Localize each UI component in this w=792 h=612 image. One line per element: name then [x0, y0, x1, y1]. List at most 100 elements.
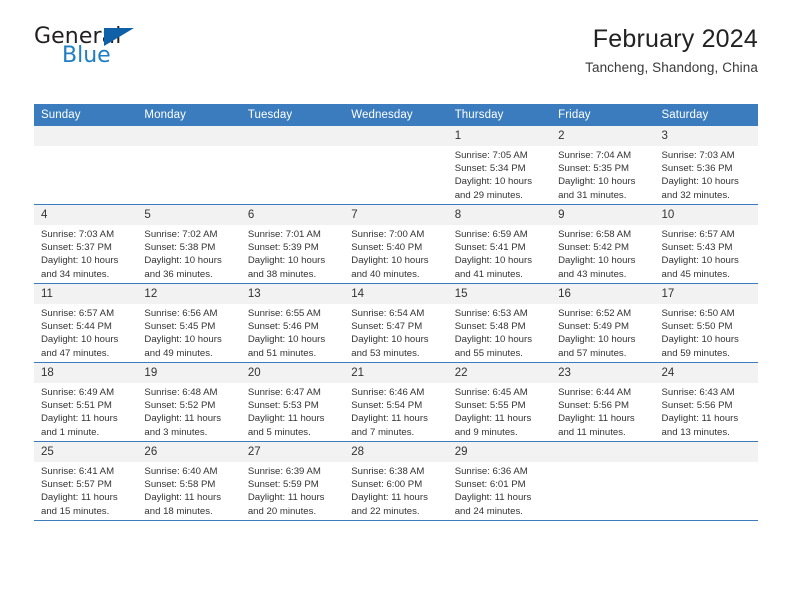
daylight-text-line1: Daylight: 11 hours	[454, 413, 532, 425]
calendar-day-cell[interactable]: 22 Sunrise: 6:45 AM Sunset: 5:55 PM Dayligh…	[447, 362, 552, 442]
sunrise-text: Sunrise: 6:43 AM	[661, 387, 735, 398]
weekday-header-saturday: Saturday	[654, 104, 758, 126]
sunset-text: Sunset: 5:37 PM	[41, 242, 112, 254]
calendar-day-cell[interactable]: 26 Sunrise: 6:40 AM Sunset: 5:58 PM Dayligh…	[137, 441, 241, 521]
calendar-day-cell[interactable]: 10 Sunrise: 6:57 AM Sunset: 5:43 PM Dayligh…	[654, 204, 758, 284]
calendar-week-row: 1 Sunrise: 7:05 AM Sunset: 5:34 PM Daylight…	[34, 126, 758, 205]
day-details: Sunrise: 6:56 AM Sunset: 5:45 PM Daylight:…	[137, 304, 240, 360]
day-details: Sunrise: 6:40 AM Sunset: 5:58 PM Daylight:…	[137, 462, 240, 518]
calendar-day-cell[interactable]: 29 Sunrise: 6:36 AM Sunset: 6:01 PM Dayligh…	[447, 441, 552, 521]
calendar-day-cell[interactable]: 2 Sunrise: 7:04 AM Sunset: 5:35 PM Daylight…	[551, 126, 655, 205]
calendar-day-cell[interactable]: 25 Sunrise: 6:41 AM Sunset: 5:57 PM Dayligh…	[34, 441, 138, 521]
calendar-day-cell-empty	[551, 441, 655, 521]
weekday-header-tuesday: Tuesday	[240, 104, 345, 126]
day-details: Sunrise: 7:03 AM Sunset: 5:37 PM Daylight:…	[34, 225, 137, 281]
calendar-day-cell[interactable]: 15 Sunrise: 6:53 AM Sunset: 5:48 PM Dayligh…	[447, 283, 552, 363]
day-details: Sunrise: 6:45 AM Sunset: 5:55 PM Daylight:…	[448, 383, 551, 439]
daylight-text-line2: and 53 minutes.	[351, 347, 420, 359]
sunrise-text: Sunrise: 6:39 AM	[247, 466, 321, 477]
daylight-text-line1: Daylight: 10 hours	[247, 255, 326, 267]
day-number: 24	[654, 363, 758, 383]
sunrise-text: Sunrise: 7:05 AM	[454, 150, 528, 161]
day-details: Sunrise: 6:57 AM Sunset: 5:44 PM Daylight:…	[34, 304, 137, 360]
calendar-day-cell[interactable]: 24 Sunrise: 6:43 AM Sunset: 5:56 PM Dayligh…	[654, 362, 758, 442]
sunrise-text: Sunrise: 7:03 AM	[41, 229, 115, 240]
calendar-day-cell[interactable]: 21 Sunrise: 6:46 AM Sunset: 5:54 PM Dayligh…	[344, 362, 448, 442]
daylight-text-line2: and 13 minutes.	[661, 426, 730, 438]
day-number: 5	[137, 205, 241, 225]
day-details: Sunrise: 6:52 AM Sunset: 5:49 PM Daylight:…	[551, 304, 654, 360]
day-details: Sunrise: 6:38 AM Sunset: 6:00 PM Daylight:…	[344, 462, 447, 518]
calendar-day-cell[interactable]: 7 Sunrise: 7:00 AM Sunset: 5:40 PM Daylight…	[344, 204, 448, 284]
calendar-day-cell[interactable]: 20 Sunrise: 6:47 AM Sunset: 5:53 PM Dayligh…	[240, 362, 345, 442]
sunset-text: Sunset: 5:35 PM	[558, 163, 630, 175]
day-details: Sunrise: 6:55 AM Sunset: 5:46 PM Daylight:…	[241, 304, 344, 360]
calendar-day-cell[interactable]: 13 Sunrise: 6:55 AM Sunset: 5:46 PM Dayligh…	[240, 283, 345, 363]
logo-text-blue: Blue	[62, 43, 111, 68]
calendar-day-cell[interactable]: 3 Sunrise: 7:03 AM Sunset: 5:36 PM Daylight…	[654, 126, 758, 205]
sunset-text: Sunset: 5:42 PM	[558, 242, 630, 254]
daylight-text-line2: and 15 minutes.	[41, 505, 110, 517]
day-details: Sunrise: 6:57 AM Sunset: 5:43 PM Daylight:…	[655, 225, 758, 281]
calendar-day-cell[interactable]: 19 Sunrise: 6:48 AM Sunset: 5:52 PM Dayligh…	[137, 362, 241, 442]
daylight-text-line1: Daylight: 11 hours	[351, 413, 428, 425]
calendar-day-cell[interactable]: 27 Sunrise: 6:39 AM Sunset: 5:59 PM Dayligh…	[240, 441, 345, 521]
daylight-text-line2: and 55 minutes.	[454, 347, 523, 359]
day-details: Sunrise: 7:01 AM Sunset: 5:39 PM Daylight:…	[241, 225, 344, 281]
daylight-text-line2: and 1 minute.	[41, 426, 100, 438]
day-details: Sunrise: 6:41 AM Sunset: 5:57 PM Daylight:…	[34, 462, 137, 518]
day-number: 13	[240, 284, 345, 304]
daylight-text-line1: Daylight: 11 hours	[41, 413, 118, 425]
daylight-text-line1: Daylight: 11 hours	[351, 492, 428, 504]
day-number: 11	[34, 284, 138, 304]
calendar-day-cell[interactable]: 17 Sunrise: 6:50 AM Sunset: 5:50 PM Dayligh…	[654, 283, 758, 363]
page-header: General Blue February 2024 Tancheng, Sha…	[34, 0, 758, 76]
day-number: 9	[551, 205, 655, 225]
weekday-header-monday: Monday	[137, 104, 241, 126]
calendar-day-cell[interactable]: 16 Sunrise: 6:52 AM Sunset: 5:49 PM Dayligh…	[551, 283, 655, 363]
daylight-text-line2: and 32 minutes.	[661, 189, 730, 201]
day-number: 3	[654, 126, 758, 146]
day-details: Sunrise: 6:50 AM Sunset: 5:50 PM Daylight:…	[655, 304, 758, 360]
day-number	[551, 442, 655, 462]
calendar-day-cell[interactable]: 12 Sunrise: 6:56 AM Sunset: 5:45 PM Dayligh…	[137, 283, 241, 363]
day-details: Sunrise: 6:43 AM Sunset: 5:56 PM Daylight:…	[655, 383, 758, 439]
day-number: 28	[344, 442, 448, 462]
daylight-text-line2: and 59 minutes.	[661, 347, 730, 359]
sunset-text: Sunset: 5:51 PM	[41, 400, 112, 412]
day-number: 19	[137, 363, 241, 383]
daylight-text-line2: and 38 minutes.	[247, 268, 317, 280]
day-details: Sunrise: 6:44 AM Sunset: 5:56 PM Daylight:…	[551, 383, 654, 439]
calendar-day-cell[interactable]: 28 Sunrise: 6:38 AM Sunset: 6:00 PM Dayligh…	[344, 441, 448, 521]
calendar-day-cell[interactable]: 23 Sunrise: 6:44 AM Sunset: 5:56 PM Dayligh…	[551, 362, 655, 442]
sunset-text: Sunset: 5:39 PM	[247, 242, 319, 254]
sunset-text: Sunset: 5:44 PM	[41, 321, 112, 333]
daylight-text-line2: and 49 minutes.	[144, 347, 213, 359]
daylight-text-line1: Daylight: 10 hours	[144, 334, 222, 346]
calendar-day-cell[interactable]: 6 Sunrise: 7:01 AM Sunset: 5:39 PM Daylight…	[240, 204, 345, 284]
calendar-day-cell[interactable]: 5 Sunrise: 7:02 AM Sunset: 5:38 PM Daylight…	[137, 204, 241, 284]
calendar-day-cell[interactable]: 9 Sunrise: 6:58 AM Sunset: 5:42 PM Daylight…	[551, 204, 655, 284]
day-details: Sunrise: 6:39 AM Sunset: 5:59 PM Daylight:…	[241, 462, 344, 518]
weekday-header-friday: Friday	[551, 104, 655, 126]
day-number: 18	[34, 363, 138, 383]
weekday-header-sunday: Sunday	[34, 104, 138, 126]
sunset-text: Sunset: 6:01 PM	[454, 479, 526, 491]
calendar-week-row: 25 Sunrise: 6:41 AM Sunset: 5:57 PM Dayligh…	[34, 441, 758, 521]
sunset-text: Sunset: 5:36 PM	[661, 163, 733, 175]
daylight-text-line1: Daylight: 11 hours	[661, 413, 739, 425]
sunrise-text: Sunrise: 6:46 AM	[351, 387, 425, 398]
calendar-day-cell[interactable]: 1 Sunrise: 7:05 AM Sunset: 5:34 PM Daylight…	[447, 126, 552, 205]
calendar-day-cell[interactable]: 4 Sunrise: 7:03 AM Sunset: 5:37 PM Daylight…	[34, 204, 138, 284]
calendar-day-cell[interactable]: 11 Sunrise: 6:57 AM Sunset: 5:44 PM Dayligh…	[34, 283, 138, 363]
daylight-text-line2: and 31 minutes.	[558, 189, 627, 201]
general-blue-logo: General Blue	[34, 26, 164, 72]
daylight-text-line1: Daylight: 10 hours	[661, 255, 739, 267]
calendar-day-cell[interactable]: 18 Sunrise: 6:49 AM Sunset: 5:51 PM Dayligh…	[34, 362, 138, 442]
calendar-day-cell[interactable]: 8 Sunrise: 6:59 AM Sunset: 5:41 PM Daylight…	[447, 204, 552, 284]
day-number	[344, 126, 448, 146]
title-block: February 2024 Tancheng, Shandong, China	[585, 26, 758, 76]
sunrise-text: Sunrise: 6:57 AM	[661, 229, 735, 240]
calendar-day-cell[interactable]: 14 Sunrise: 6:54 AM Sunset: 5:47 PM Dayligh…	[344, 283, 448, 363]
sunset-text: Sunset: 5:56 PM	[661, 400, 733, 412]
